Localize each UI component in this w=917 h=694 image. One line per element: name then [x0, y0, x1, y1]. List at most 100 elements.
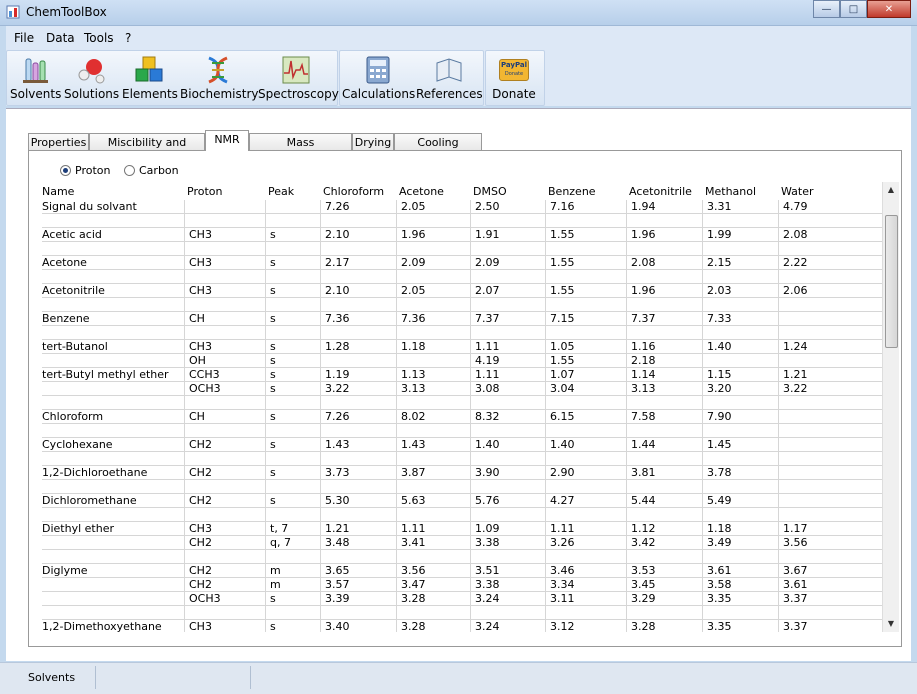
cell-peak[interactable]: s	[270, 382, 276, 395]
cell-dmso[interactable]: 3.38	[475, 536, 500, 549]
cell-peak[interactable]: s	[270, 312, 276, 325]
cell-name[interactable]: tert-Butyl methyl ether	[42, 368, 169, 381]
cell-benzene[interactable]: 3.46	[550, 564, 575, 577]
cell-acetonitrile[interactable]: 2.08	[631, 256, 656, 269]
radio-carbon[interactable]: Carbon	[124, 164, 179, 177]
cell-chloroform[interactable]: 3.73	[325, 466, 350, 479]
cell-peak[interactable]: s	[270, 494, 276, 507]
cell-chloroform[interactable]: 7.26	[325, 410, 350, 423]
menu-tools[interactable]: Tools	[84, 31, 114, 45]
cell-name[interactable]: Benzene	[42, 312, 90, 325]
cell-benzene[interactable]: 4.27	[550, 494, 575, 507]
cell-benzene[interactable]: 6.15	[550, 410, 575, 423]
cell-acetone[interactable]: 7.36	[401, 312, 426, 325]
maximize-button[interactable]: □	[840, 0, 867, 18]
cell-dmso[interactable]: 5.76	[475, 494, 500, 507]
cell-methanol[interactable]: 7.33	[707, 312, 732, 325]
cell-dmso[interactable]: 1.40	[475, 438, 500, 451]
cell-name[interactable]: Diglyme	[42, 564, 88, 577]
column-header-benzene[interactable]: Benzene	[548, 185, 596, 198]
cell-water[interactable]: 3.22	[783, 382, 808, 395]
column-header-acetone[interactable]: Acetone	[399, 185, 444, 198]
cell-methanol[interactable]: 1.18	[707, 522, 732, 535]
cell-chloroform[interactable]: 1.19	[325, 368, 350, 381]
cell-chloroform[interactable]: 7.36	[325, 312, 350, 325]
cell-chloroform[interactable]: 7.26	[325, 200, 350, 213]
table-scrollbar[interactable]: ▲ ▼	[882, 182, 899, 632]
cell-proton[interactable]: OH	[189, 354, 206, 367]
cell-name[interactable]: Cyclohexane	[42, 438, 113, 451]
cell-methanol[interactable]: 3.61	[707, 564, 732, 577]
cell-benzene[interactable]: 3.26	[550, 536, 575, 549]
close-button[interactable]: ✕	[867, 0, 911, 18]
nmr-shift-table[interactable]: Name Proton Peak Chloroform Acetone DMSO Benze…	[42, 182, 882, 632]
cell-acetonitrile[interactable]: 1.96	[631, 284, 656, 297]
cell-chloroform[interactable]: 3.22	[325, 382, 350, 395]
tab-miscibility-polarity[interactable]: Miscibility and Polarity	[89, 133, 205, 166]
cell-chloroform[interactable]: 1.21	[325, 522, 350, 535]
cell-water[interactable]: 1.17	[783, 522, 808, 535]
cell-acetone[interactable]: 1.18	[401, 340, 426, 353]
cell-name[interactable]: Signal du solvant	[42, 200, 137, 213]
cell-benzene[interactable]: 1.55	[550, 256, 575, 269]
cell-benzene[interactable]: 1.11	[550, 522, 575, 535]
cell-acetonitrile[interactable]: 3.42	[631, 536, 656, 549]
cell-peak[interactable]: s	[270, 368, 276, 381]
cell-peak[interactable]: s	[270, 592, 276, 605]
cell-dmso[interactable]: 2.09	[475, 256, 500, 269]
cell-dmso[interactable]: 3.90	[475, 466, 500, 479]
column-header-acetonitrile[interactable]: Acetonitrile	[629, 185, 692, 198]
cell-benzene[interactable]: 2.90	[550, 466, 575, 479]
title-bar[interactable]: ChemToolBox — □ ✕	[0, 0, 917, 26]
cell-proton[interactable]: OCH3	[189, 592, 221, 605]
cell-peak[interactable]: s	[270, 410, 276, 423]
column-header-chloroform[interactable]: Chloroform	[323, 185, 384, 198]
cell-acetonitrile[interactable]: 7.37	[631, 312, 656, 325]
cell-dmso[interactable]: 3.24	[475, 592, 500, 605]
cell-dmso[interactable]: 1.09	[475, 522, 500, 535]
column-header-dmso[interactable]: DMSO	[473, 185, 507, 198]
scroll-up-arrow-icon[interactable]: ▲	[883, 182, 899, 198]
cell-chloroform[interactable]: 3.39	[325, 592, 350, 605]
column-header-methanol[interactable]: Methanol	[705, 185, 756, 198]
cell-peak[interactable]: s	[270, 340, 276, 353]
cell-name[interactable]: tert-Butanol	[42, 340, 108, 353]
cell-proton[interactable]: CH	[189, 312, 205, 325]
cell-methanol[interactable]: 1.15	[707, 368, 732, 381]
cell-acetonitrile[interactable]: 3.13	[631, 382, 656, 395]
cell-acetonitrile[interactable]: 3.28	[631, 620, 656, 632]
cell-acetone[interactable]: 1.13	[401, 368, 426, 381]
cell-peak[interactable]: m	[270, 564, 281, 577]
cell-benzene[interactable]: 1.55	[550, 354, 575, 367]
cell-water[interactable]: 3.37	[783, 592, 808, 605]
cell-dmso[interactable]: 2.50	[475, 200, 500, 213]
cell-chloroform[interactable]: 2.10	[325, 228, 350, 241]
cell-peak[interactable]: s	[270, 466, 276, 479]
cell-chloroform[interactable]: 5.30	[325, 494, 350, 507]
cell-acetone[interactable]: 3.28	[401, 620, 426, 632]
cell-dmso[interactable]: 8.32	[475, 410, 500, 423]
cell-methanol[interactable]: 3.78	[707, 466, 732, 479]
tab-mass-spectrometry[interactable]: Mass spectrometry	[249, 133, 352, 166]
cell-peak[interactable]: s	[270, 228, 276, 241]
cell-acetonitrile[interactable]: 1.44	[631, 438, 656, 451]
cell-methanol[interactable]: 3.20	[707, 382, 732, 395]
cell-water[interactable]: 3.37	[783, 620, 808, 632]
cell-acetonitrile[interactable]: 1.14	[631, 368, 656, 381]
cell-acetonitrile[interactable]: 3.53	[631, 564, 656, 577]
cell-water[interactable]: 3.56	[783, 536, 808, 549]
cell-methanol[interactable]: 3.49	[707, 536, 732, 549]
cell-proton[interactable]: CH2	[189, 536, 212, 549]
cell-benzene[interactable]: 3.04	[550, 382, 575, 395]
toolbar-solutions-button[interactable]: Solutions	[64, 50, 119, 104]
cell-dmso[interactable]: 2.07	[475, 284, 500, 297]
cell-peak[interactable]: s	[270, 620, 276, 632]
cell-chloroform[interactable]: 3.65	[325, 564, 350, 577]
cell-acetonitrile[interactable]: 5.44	[631, 494, 656, 507]
cell-proton[interactable]: CH	[189, 410, 205, 423]
cell-acetonitrile[interactable]: 1.16	[631, 340, 656, 353]
cell-peak[interactable]: t, 7	[270, 522, 288, 535]
cell-methanol[interactable]: 1.99	[707, 228, 732, 241]
cell-benzene[interactable]: 7.15	[550, 312, 575, 325]
cell-benzene[interactable]: 1.55	[550, 284, 575, 297]
